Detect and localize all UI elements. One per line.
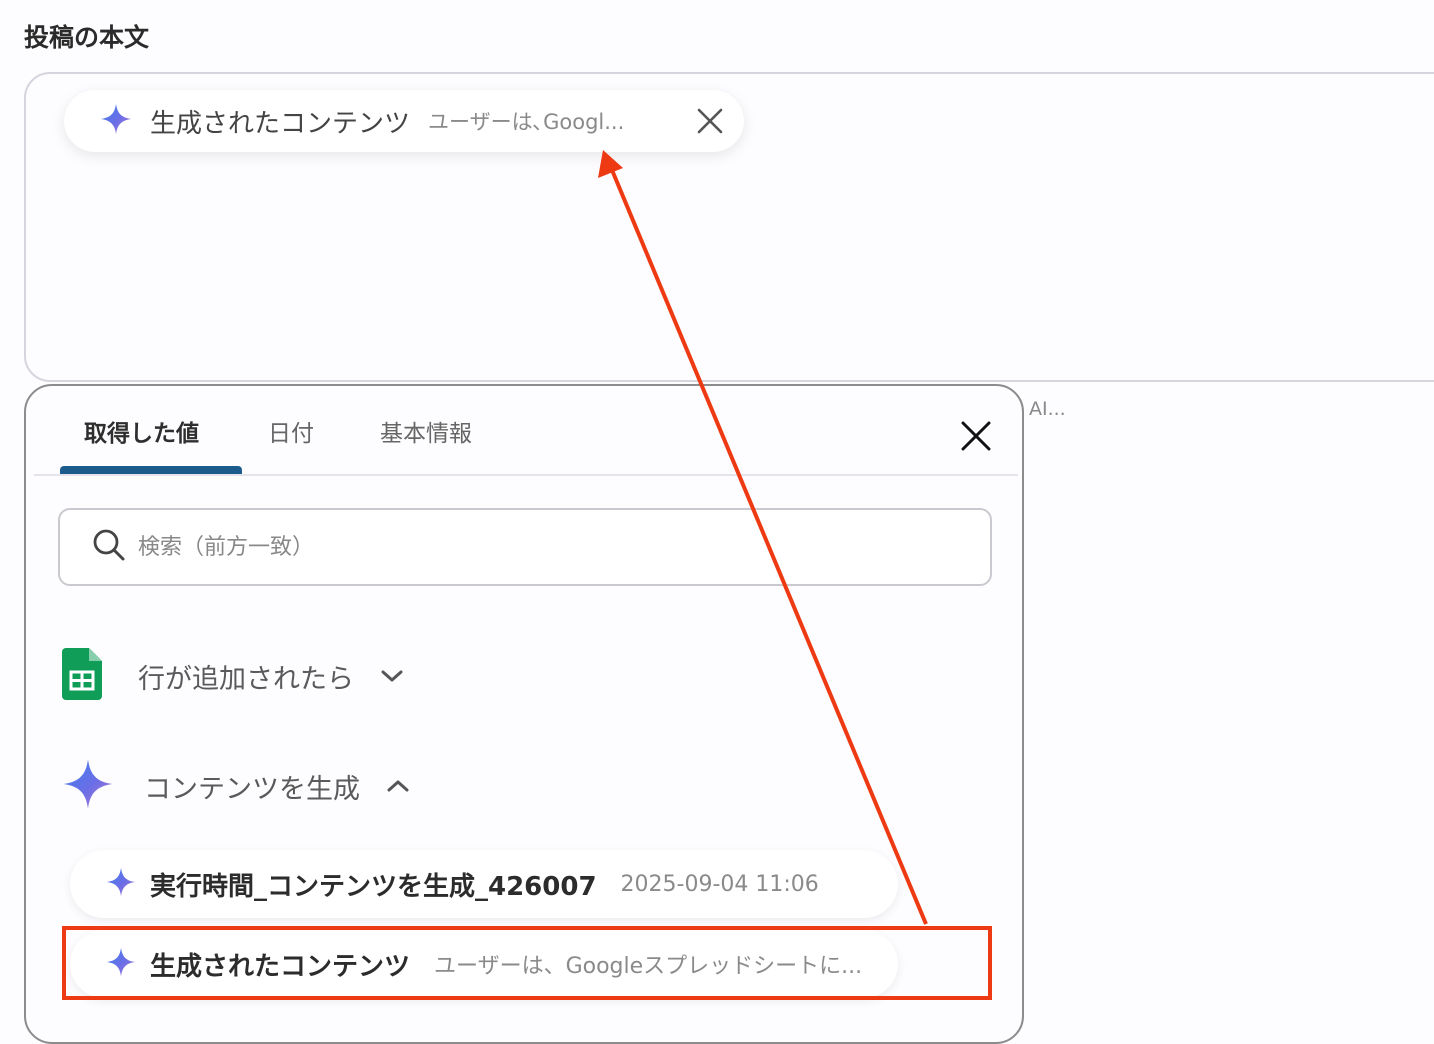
tab-acquired-values[interactable]: 取得した値 xyxy=(84,414,199,448)
search-icon xyxy=(92,528,126,566)
sparkle-icon xyxy=(106,947,136,981)
value-picker-panel: 取得した値 日付 基本情報 行が追加されたら コンテンツを生成 xyxy=(24,384,1024,1044)
google-sheets-icon xyxy=(62,648,102,704)
chip-value: ユーザーは､Googl... xyxy=(428,110,625,134)
sparkle-icon xyxy=(106,867,136,901)
group-row-added[interactable]: 行が追加されたら xyxy=(62,648,404,704)
item-meta: 2025-09-04 11:06 xyxy=(620,871,819,897)
side-hint-text: AI... xyxy=(1029,398,1066,420)
inserted-variable-chip[interactable]: 生成されたコンテンツ ユーザーは､Googl... xyxy=(64,90,744,152)
field-label: 投稿の本文 xyxy=(24,23,150,52)
chevron-up-icon[interactable] xyxy=(386,778,410,794)
sparkle-icon xyxy=(62,758,114,814)
close-icon[interactable] xyxy=(692,103,728,139)
output-item-generated-content[interactable]: 生成されたコンテンツ ユーザーは、Googleスプレッドシートに... xyxy=(70,930,898,998)
item-title: 実行時間_コンテンツを生成_426007 xyxy=(150,871,597,902)
close-icon[interactable] xyxy=(956,416,996,456)
search-field xyxy=(58,508,992,586)
sparkle-icon xyxy=(100,103,132,139)
chevron-down-icon[interactable] xyxy=(380,668,404,684)
group-generate-content[interactable]: コンテンツを生成 xyxy=(62,758,410,814)
tab-basic-info[interactable]: 基本情報 xyxy=(380,414,472,448)
group-label: コンテンツを生成 xyxy=(144,773,360,805)
tab-date[interactable]: 日付 xyxy=(268,414,314,448)
search-input[interactable] xyxy=(136,533,940,561)
item-meta: ユーザーは、Googleスプレッドシートに... xyxy=(434,954,863,979)
output-item-execution-time[interactable]: 実行時間_コンテンツを生成_426007 2025-09-04 11:06 xyxy=(70,850,898,918)
group-label: 行が追加されたら xyxy=(138,663,354,695)
picker-tabs: 取得した値 日付 基本情報 xyxy=(34,386,1018,476)
item-title: 生成されたコンテンツ xyxy=(150,951,411,982)
chip-title: 生成されたコンテンツ xyxy=(150,108,411,139)
active-tab-indicator xyxy=(60,466,242,474)
